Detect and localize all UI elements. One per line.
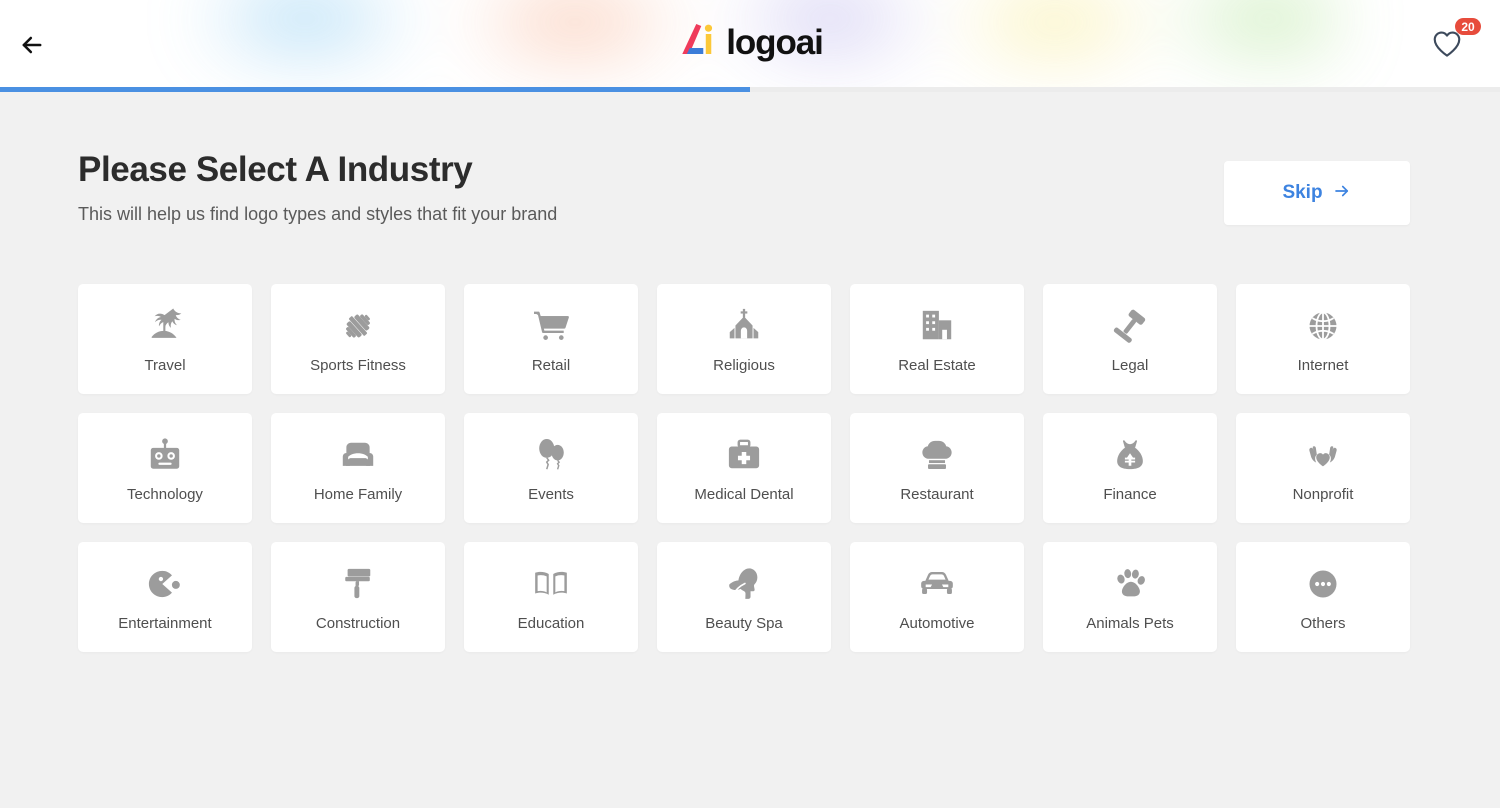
- car-icon: [917, 564, 957, 604]
- back-button[interactable]: [10, 24, 54, 68]
- industry-card-label: Events: [528, 485, 574, 503]
- industry-card-real-estate[interactable]: Real Estate: [850, 284, 1024, 395]
- industry-card-label: Travel: [144, 356, 186, 374]
- app-header: logoai 20: [0, 0, 1500, 92]
- industry-card-label: Real Estate: [898, 356, 976, 374]
- brand-logo[interactable]: logoai: [677, 20, 824, 65]
- industry-card-label: Internet: [1297, 356, 1349, 374]
- main-content: Please Select A Industry This will help …: [0, 92, 1500, 808]
- industry-card-others[interactable]: Others: [1236, 542, 1410, 653]
- industry-card-animals-pets[interactable]: Animals Pets: [1043, 542, 1217, 653]
- industry-card-nonprofit[interactable]: Nonprofit: [1236, 413, 1410, 524]
- industry-card-label: Animals Pets: [1086, 614, 1174, 632]
- balloons-icon: [531, 435, 571, 475]
- ellipsis-circle-icon: [1303, 564, 1343, 604]
- industry-card-label: Religious: [713, 356, 775, 374]
- industry-card-internet[interactable]: Internet: [1236, 284, 1410, 395]
- beauty-face-leaf-icon: [724, 564, 764, 604]
- church-icon: [724, 306, 764, 346]
- palm-tree-icon: [145, 306, 185, 346]
- industry-card-label: Finance: [1103, 485, 1157, 503]
- dumbbell-icon: [338, 306, 378, 346]
- industry-card-restaurant[interactable]: Restaurant: [850, 413, 1024, 524]
- favorites-button[interactable]: 20: [1428, 18, 1481, 66]
- industry-card-label: Entertainment: [118, 614, 212, 632]
- robot-icon: [145, 435, 185, 475]
- industry-card-technology[interactable]: Technology: [78, 413, 252, 524]
- brand-name: logoai: [726, 23, 824, 62]
- industry-card-label: Others: [1300, 614, 1346, 632]
- industry-card-construction[interactable]: Construction: [271, 542, 445, 653]
- pacman-icon: [145, 564, 185, 604]
- arrow-left-icon: [18, 31, 46, 62]
- industry-card-label: Medical Dental: [694, 485, 794, 503]
- heart-icon: [1432, 30, 1462, 63]
- page-title: Please Select A Industry: [78, 150, 473, 189]
- skip-button[interactable]: Skip: [1224, 161, 1410, 225]
- building-icon: [917, 306, 957, 346]
- industry-card-beauty-spa[interactable]: Beauty Spa: [657, 542, 831, 653]
- industry-card-travel[interactable]: Travel: [78, 284, 252, 395]
- industry-card-label: Education: [517, 614, 585, 632]
- industry-card-label: Sports Fitness: [310, 356, 406, 374]
- industry-card-label: Technology: [127, 485, 203, 503]
- industry-card-legal[interactable]: Legal: [1043, 284, 1217, 395]
- page-header-row: Please Select A Industry This will help …: [78, 150, 1410, 225]
- industry-card-sports-fitness[interactable]: Sports Fitness: [271, 284, 445, 395]
- armchair-icon: [338, 435, 378, 475]
- first-aid-kit-icon: [724, 435, 764, 475]
- gavel-icon: [1110, 306, 1150, 346]
- industry-card-label: Nonprofit: [1292, 485, 1354, 503]
- industry-card-label: Construction: [315, 614, 401, 632]
- industry-card-label: Restaurant: [900, 485, 974, 503]
- arrow-right-icon: [1332, 182, 1352, 205]
- globe-icon: [1303, 306, 1343, 346]
- shopping-cart-icon: [531, 306, 571, 346]
- industry-card-label: Beauty Spa: [705, 614, 783, 632]
- industry-card-label: Home Family: [313, 485, 403, 503]
- industry-card-entertainment[interactable]: Entertainment: [78, 542, 252, 653]
- hands-heart-icon: [1303, 435, 1343, 475]
- industry-card-finance[interactable]: Finance: [1043, 413, 1217, 524]
- paw-print-icon: [1110, 564, 1150, 604]
- favorites-count-badge: 20: [1455, 18, 1481, 35]
- skip-button-label: Skip: [1282, 182, 1323, 203]
- open-book-icon: [531, 564, 571, 604]
- page-heading-group: Please Select A Industry This will help …: [78, 150, 557, 225]
- industry-card-label: Automotive: [899, 614, 975, 632]
- industry-card-home-family[interactable]: Home Family: [271, 413, 445, 524]
- industry-card-education[interactable]: Education: [464, 542, 638, 653]
- page-subtitle: This will help us find logo types and st…: [78, 204, 558, 225]
- industry-card-label: Retail: [531, 356, 571, 374]
- industry-card-events[interactable]: Events: [464, 413, 638, 524]
- industry-grid: Travel Sports Fitness Retail Religious R…: [78, 284, 1410, 653]
- industry-card-medical-dental[interactable]: Medical Dental: [657, 413, 831, 524]
- industry-card-retail[interactable]: Retail: [464, 284, 638, 395]
- industry-card-automotive[interactable]: Automotive: [850, 542, 1024, 653]
- industry-card-label: Legal: [1111, 356, 1149, 374]
- chef-hat-icon: [917, 435, 957, 475]
- industry-card-religious[interactable]: Religious: [657, 284, 831, 395]
- paint-roller-icon: [338, 564, 378, 604]
- logoai-mark-icon: [677, 20, 723, 65]
- money-bag-icon: [1110, 435, 1150, 475]
